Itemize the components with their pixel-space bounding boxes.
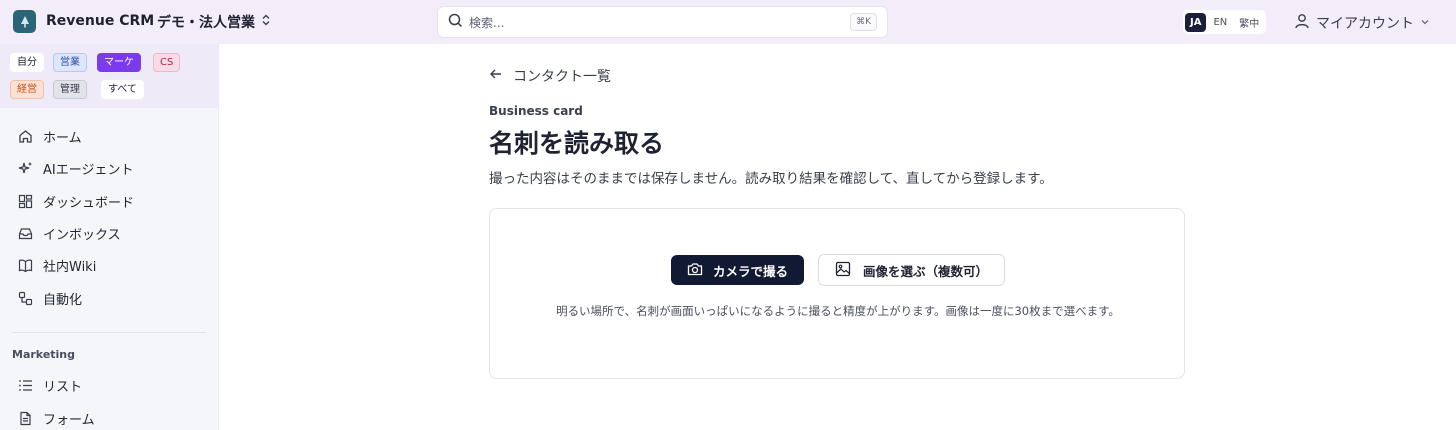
nav-ai-agent[interactable]: AIエージェント (17, 159, 133, 178)
search-placeholder: 検索... (469, 15, 505, 30)
page-title: 名刺を読み取る (489, 129, 665, 158)
search-input[interactable]: 検索... ⌘K (437, 6, 888, 38)
book-icon (17, 258, 33, 274)
nav-form[interactable]: フォーム (17, 409, 95, 428)
nav-label: ホーム (43, 131, 82, 146)
back-link-label: コンタクト一覧 (513, 69, 611, 85)
role-chip-management[interactable]: 経営 (10, 80, 44, 99)
role-chip-self[interactable]: 自分 (10, 53, 44, 72)
role-chip-all[interactable]: すべて (101, 80, 144, 99)
chevron-down-icon (1420, 15, 1430, 31)
camera-icon (687, 262, 703, 279)
role-chip-admin[interactable]: 管理 (53, 80, 87, 99)
upload-hint: 明るい場所で、名刺が画面いっぱいになるように撮ると精度が上がります。画像は一度に… (556, 304, 1120, 318)
image-icon (835, 261, 851, 280)
section-label-marketing: Marketing (12, 348, 76, 361)
nav-dashboard[interactable]: ダッシュボード (17, 192, 134, 211)
app-logo-icon[interactable] (13, 10, 36, 33)
app-name: Revenue CRM (46, 13, 155, 29)
role-chip-cs[interactable]: CS (153, 53, 181, 72)
search-shortcut-badge: ⌘K (850, 13, 877, 31)
back-link[interactable]: コンタクト一覧 (489, 66, 611, 86)
nav-label: AIエージェント (43, 163, 134, 178)
nav-label: インボックス (43, 228, 121, 243)
nav-automation[interactable]: 自動化 (17, 289, 82, 308)
workspace-switcher[interactable]: デモ・法人営業 (157, 12, 271, 32)
sidebar: 自分 営業 マーケ CS 経営 管理 すべて ホーム AIエージェント ダッシュ… (0, 44, 219, 430)
upload-card: カメラで撮る 画像を選ぶ（複数可） 明るい場所で、名刺が画面いっぱいになるように… (489, 208, 1185, 379)
page-description: 撮った内容はそのままでは保存しません。読み取り結果を確認して、直してから登録しま… (489, 171, 1053, 187)
lang-ja[interactable]: JA (1185, 12, 1207, 32)
page-eyebrow: Business card (489, 104, 583, 118)
nav-label: リスト (43, 380, 83, 395)
sparkles-icon (17, 161, 33, 177)
role-chip-sales[interactable]: 営業 (53, 53, 87, 72)
list-icon (17, 378, 33, 394)
lang-en[interactable]: EN (1208, 13, 1232, 32)
select-images-button[interactable]: 画像を選ぶ（複数可） (818, 254, 1005, 286)
camera-button-label: カメラで撮る (712, 263, 788, 279)
user-icon (1294, 13, 1310, 33)
nav-label: フォーム (43, 413, 95, 428)
nav-label: 自動化 (43, 293, 83, 308)
role-chip-marketing[interactable]: マーケ (97, 53, 141, 72)
chevron-updown-icon (261, 14, 271, 30)
nav-inbox[interactable]: インボックス (17, 224, 121, 243)
nav-label: ダッシュボード (43, 196, 135, 211)
dashboard-icon (17, 194, 33, 210)
search-icon (448, 13, 463, 32)
document-icon (17, 411, 33, 427)
top-bar: Revenue CRM デモ・法人営業 検索... ⌘K JA EN 繁中 マイ… (0, 0, 1456, 44)
account-label: マイアカウント (1316, 16, 1414, 32)
language-switcher: JA EN 繁中 (1183, 10, 1267, 34)
lang-zh-hant[interactable]: 繁中 (1234, 11, 1264, 34)
sidebar-divider (12, 332, 206, 333)
workspace-name: デモ・法人営業 (157, 15, 255, 31)
nav-list[interactable]: リスト (17, 376, 82, 395)
arrow-left-icon (489, 67, 503, 85)
home-icon (17, 129, 33, 145)
camera-button[interactable]: カメラで撮る (671, 255, 804, 285)
role-filter: 自分 営業 マーケ CS 経営 管理 すべて (0, 44, 219, 108)
nav-label: 社内Wiki (43, 260, 97, 275)
nav-home[interactable]: ホーム (17, 127, 82, 146)
account-menu[interactable]: マイアカウント (1294, 13, 1430, 33)
workflow-icon (17, 291, 33, 307)
nav-wiki[interactable]: 社内Wiki (17, 256, 96, 275)
inbox-icon (17, 226, 33, 242)
select-images-button-label: 画像を選ぶ（複数可） (862, 263, 988, 279)
